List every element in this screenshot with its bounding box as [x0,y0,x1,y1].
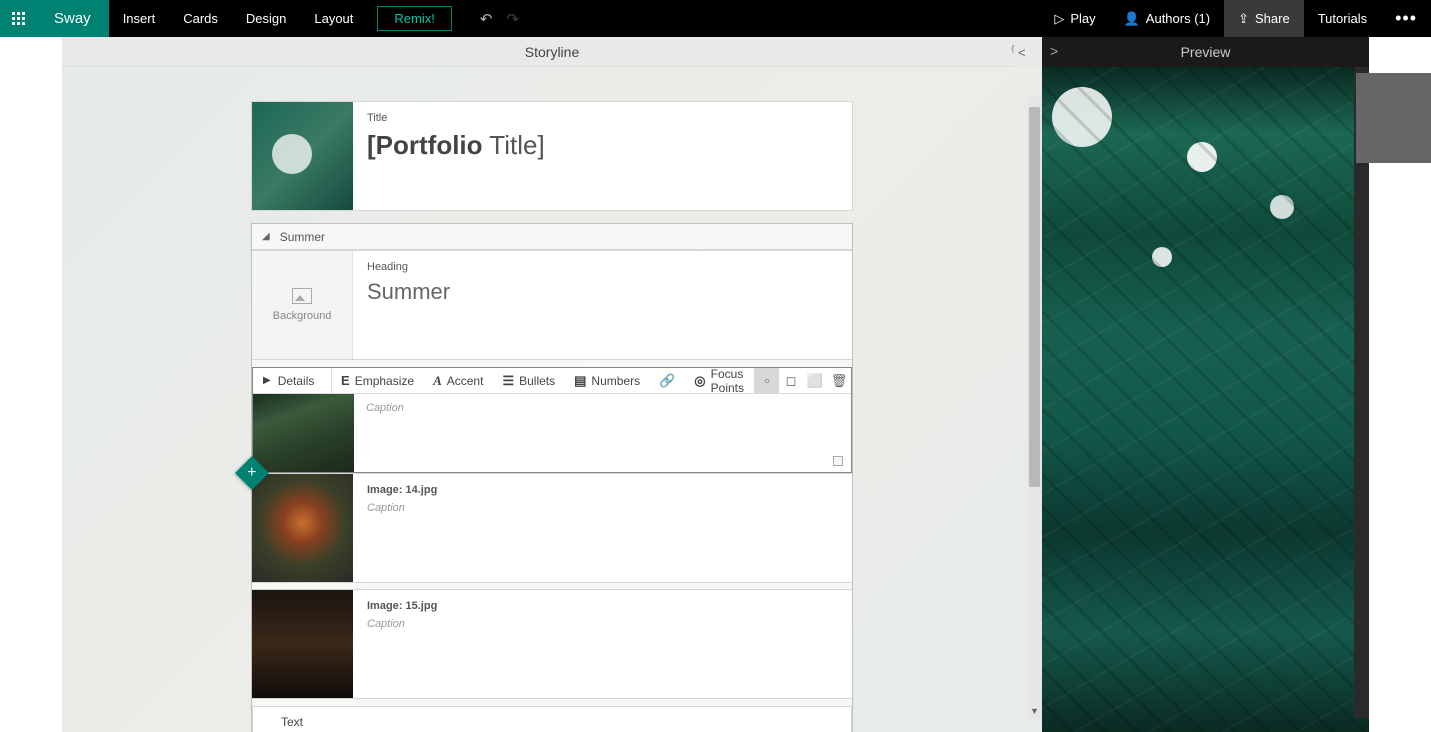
formatting-toolbar: EEmphasize AAccent ☰Bullets ▤Numbers 🔗 ◎… [332,368,851,393]
text-card[interactable]: Text [252,706,852,732]
person-icon: 👤 [1124,11,1140,27]
top-right-menu: ▷ Play 👤 Authors (1) ⇪ Share Tutorials •… [1040,0,1431,37]
card-toolbar-row: ▶ Details EEmphasize AAccent ☰Bullets ▤N… [253,368,851,394]
collapse-left-button[interactable]: < [1014,45,1030,60]
app-name: Sway [36,0,109,37]
accent-icon: A [433,373,442,389]
caption-input[interactable]: Caption [366,402,839,414]
preview-header: > Preview [1042,37,1369,67]
focus-points-button[interactable]: ◎Focus Points [685,368,754,393]
menu-layout[interactable]: Layout [300,0,367,37]
play-icon: ▷ [1054,11,1064,27]
scroll-down-arrow[interactable]: ▼ [1027,704,1042,718]
background-thumbnail[interactable]: Background [252,251,353,359]
menu-insert[interactable]: Insert [109,0,170,37]
emphasize-button[interactable]: EEmphasize [332,368,424,393]
preview-scrollbar-thumb[interactable] [1356,73,1431,163]
trash-icon: 🗑 [831,373,848,389]
chevron-right-icon: ▶ [263,375,271,386]
picture-icon [292,288,312,304]
bullets-icon: ☰ [502,373,514,389]
authors-button[interactable]: 👤 Authors (1) [1110,0,1225,37]
size-small-button[interactable]: ▫ [755,368,779,394]
preview-content[interactable] [1042,67,1369,732]
caption-input[interactable]: Caption [367,502,838,514]
more-button[interactable]: ••• [1381,0,1431,37]
expand-preview-button[interactable]: > [1050,43,1058,59]
heading-input[interactable]: Summer [367,279,838,305]
selected-image-card[interactable]: ▶ Details EEmphasize AAccent ☰Bullets ▤N… [252,367,852,473]
undo-button[interactable]: ↶ [480,10,493,28]
storyline-title: Storyline [525,44,579,60]
section-header[interactable]: ◢ Summer [252,224,852,250]
image-thumbnail-3[interactable] [252,590,353,698]
heading-card-label: Heading [367,261,838,273]
plus-icon: + [247,464,256,482]
numbers-icon: ▤ [574,373,586,389]
text-card-label: Text [281,715,303,729]
storyline-body: Title [Portfolio Title] ◢ Summer [62,67,1042,732]
pane-divider-handles: < [1014,37,1042,67]
share-icon: ⇪ [1238,11,1249,27]
authors-label: Authors (1) [1146,11,1210,26]
details-toggle[interactable]: ▶ Details [253,368,332,393]
image-card-label: Image: 14.jpg [367,484,838,496]
section-summer: ◢ Summer Background Heading Summer [251,223,853,732]
remix-button[interactable]: Remix! [377,6,451,31]
image-card-15[interactable]: Image: 15.jpg Caption [252,589,852,699]
accent-button[interactable]: AAccent [424,368,493,393]
share-button[interactable]: ⇪ Share [1224,0,1304,37]
redo-button: ↷ [506,10,519,28]
preview-pane: > Preview [1042,37,1369,732]
collapse-icon: ◢ [262,231,270,242]
image-thumbnail-1[interactable] [253,394,354,472]
numbers-button[interactable]: ▤Numbers [565,368,650,393]
image-card-14[interactable]: Image: 14.jpg Caption [252,473,852,583]
link-button[interactable]: 🔗 [650,368,685,393]
app-launcher-button[interactable] [0,0,36,37]
image-card-label: Image: 15.jpg [367,600,838,612]
tutorials-button[interactable]: Tutorials [1304,0,1381,37]
link-icon: 🔗 [659,373,675,389]
emphasize-icon: E [341,373,350,388]
background-label: Background [273,310,332,322]
preview-scrollbar[interactable] [1354,67,1369,718]
caption-input[interactable]: Caption [367,618,838,630]
storyline-header: Storyline 🔍 [62,37,1042,67]
menu-cards[interactable]: Cards [169,0,232,37]
workspace: Storyline 🔍 Title [Portfolio Title] [0,37,1431,732]
delete-button[interactable]: 🗑 [827,368,851,394]
title-card-label: Title [367,112,838,124]
preview-title: Preview [1181,44,1231,60]
ellipsis-icon: ••• [1395,8,1417,29]
size-medium-button[interactable]: ◻ [779,368,803,394]
waffle-icon [12,12,25,25]
image-thumbnail-2[interactable] [252,474,353,582]
share-label: Share [1255,11,1290,26]
title-input[interactable]: [Portfolio Title] [367,130,838,161]
size-small-icon: ▫ [765,373,770,388]
section-name: Summer [280,230,325,244]
title-thumbnail[interactable] [252,102,353,210]
undo-redo-group: ↶ ↷ [472,10,527,28]
storyline-scrollbar[interactable]: ▼ [1027,97,1042,718]
play-label: Play [1070,11,1095,26]
cards-scroll-area[interactable]: Title [Portfolio Title] ◢ Summer [62,67,1042,732]
play-button[interactable]: ▷ Play [1040,0,1109,37]
bullets-button[interactable]: ☰Bullets [493,368,565,393]
size-medium-icon: ◻ [786,373,797,389]
scrollbar-thumb[interactable] [1029,107,1040,487]
left-gutter [0,37,62,732]
menu-design[interactable]: Design [232,0,300,37]
storyline-pane: Storyline 🔍 Title [Portfolio Title] [62,37,1042,732]
top-bar: Sway Insert Cards Design Layout Remix! ↶… [0,0,1431,37]
size-large-button[interactable]: ⬜ [803,368,827,394]
size-large-icon: ⬜ [807,373,823,389]
details-label: Details [278,374,315,388]
heading-card[interactable]: Background Heading Summer [252,250,852,360]
resize-handle[interactable] [833,456,843,466]
title-card[interactable]: Title [Portfolio Title] [251,101,853,211]
focus-icon: ◎ [694,373,705,389]
